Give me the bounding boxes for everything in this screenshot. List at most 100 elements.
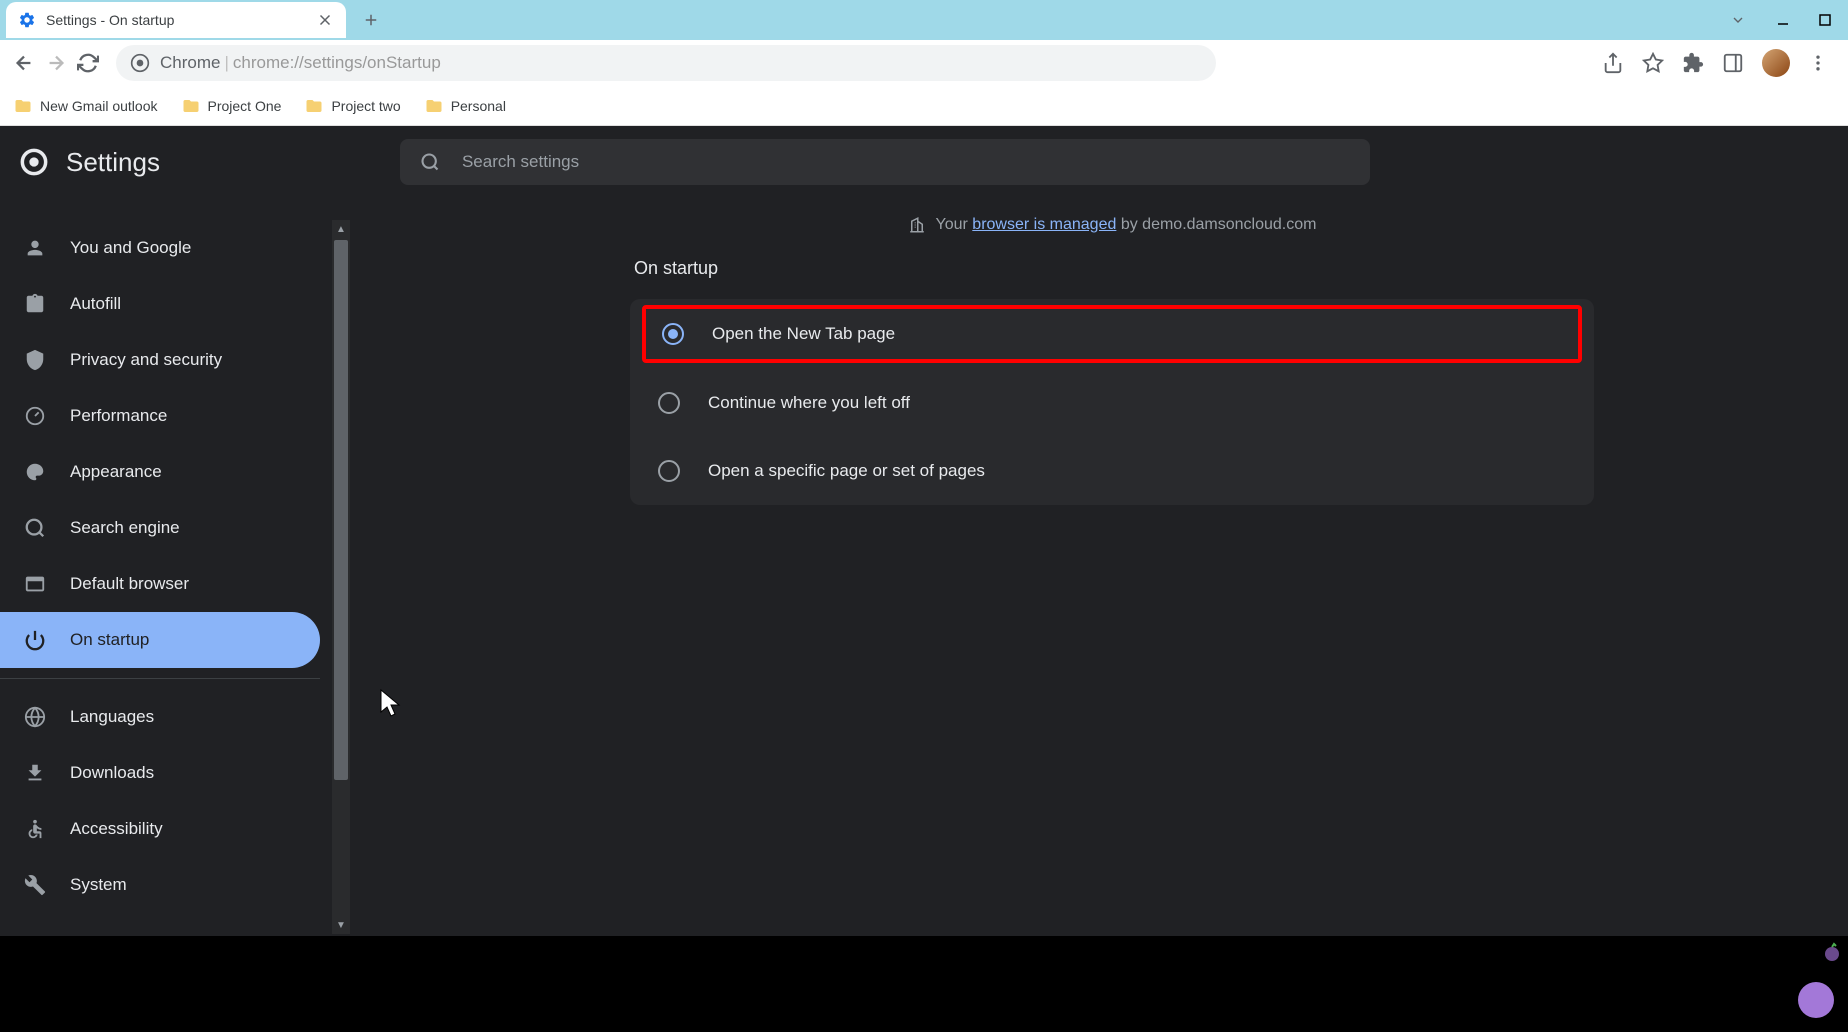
radio-button[interactable]	[658, 460, 680, 482]
managed-banner: Your browser is managed by demo.damsoncl…	[908, 216, 1317, 234]
page-title: Settings	[66, 147, 160, 178]
chrome-icon	[130, 53, 150, 73]
radio-option[interactable]: Open a specific page or set of pages	[630, 437, 1594, 505]
chrome-logo-icon	[20, 148, 48, 176]
sidebar-item-label: Search engine	[70, 518, 180, 538]
sidebar-item-languages[interactable]: Languages	[0, 689, 330, 745]
sidebar-item-label: Performance	[70, 406, 167, 426]
berry-icon[interactable]	[1822, 942, 1842, 962]
sidebar-item-appearance[interactable]: Appearance	[0, 444, 330, 500]
clipboard-icon	[24, 293, 46, 315]
search-input[interactable]: Search settings	[400, 139, 1370, 185]
managed-suffix: by demo.damsoncloud.com	[1116, 216, 1316, 233]
sidebar-item-search-engine[interactable]: Search engine	[0, 500, 330, 556]
sidebar-item-you-and-google[interactable]: You and Google	[0, 220, 330, 276]
bookmarks-bar: New Gmail outlook Project One Project tw…	[0, 86, 1848, 126]
bookmark-item[interactable]: Project two	[305, 97, 400, 115]
settings-card: Open the New Tab page Continue where you …	[630, 299, 1594, 505]
person-icon	[24, 237, 46, 259]
close-icon[interactable]	[316, 11, 334, 29]
search-icon	[420, 152, 440, 172]
radio-label: Open the New Tab page	[712, 324, 895, 344]
radio-option[interactable]: Continue where you left off	[630, 369, 1594, 437]
bookmark-item[interactable]: New Gmail outlook	[14, 97, 158, 115]
share-icon[interactable]	[1602, 52, 1624, 74]
sidebar-item-label: Autofill	[70, 294, 121, 314]
folder-icon	[14, 97, 32, 115]
globe-icon	[24, 706, 46, 728]
scroll-up-icon[interactable]: ▲	[332, 220, 350, 238]
managed-link[interactable]: browser is managed	[972, 216, 1116, 233]
bookmark-item[interactable]: Personal	[425, 97, 506, 115]
assistant-icon[interactable]	[1798, 982, 1834, 1018]
settings-icon	[18, 11, 36, 29]
sidebar-item-performance[interactable]: Performance	[0, 388, 330, 444]
radio-button[interactable]	[662, 323, 684, 345]
extensions-icon[interactable]	[1682, 52, 1704, 74]
sidebar-item-label: Languages	[70, 707, 154, 727]
back-button[interactable]	[12, 51, 36, 75]
settings-header: Settings Search settings	[0, 126, 1848, 198]
sidebar-item-label: Downloads	[70, 763, 154, 783]
bookmark-label: Project two	[331, 98, 400, 114]
scrollbar[interactable]: ▲ ▼	[332, 220, 350, 934]
taskbar	[0, 936, 1848, 1032]
tab-title: Settings - On startup	[46, 12, 316, 28]
sidebar-item-on-startup[interactable]: On startup	[0, 612, 320, 668]
address-bar: Chrome|chrome://settings/onStartup	[0, 40, 1848, 86]
omnibox[interactable]: Chrome|chrome://settings/onStartup	[116, 45, 1216, 81]
new-tab-button[interactable]	[356, 5, 386, 35]
power-icon	[24, 629, 46, 651]
bookmark-label: New Gmail outlook	[40, 98, 158, 114]
maximize-icon[interactable]	[1818, 13, 1832, 27]
sidebar-item-label: Accessibility	[70, 819, 163, 839]
search-icon	[24, 517, 46, 539]
sidebar-item-label: Privacy and security	[70, 350, 222, 370]
sidebar-item-label: On startup	[70, 630, 149, 650]
sidebar-item-system[interactable]: System	[0, 857, 330, 913]
scroll-thumb[interactable]	[334, 240, 348, 780]
sidebar-item-privacy-and-security[interactable]: Privacy and security	[0, 332, 330, 388]
sidebar-item-downloads[interactable]: Downloads	[0, 745, 330, 801]
tabs-dropdown-icon[interactable]	[1730, 12, 1746, 28]
bookmark-item[interactable]: Project One	[182, 97, 282, 115]
minimize-icon[interactable]	[1776, 13, 1790, 27]
sidebar-item-autofill[interactable]: Autofill	[0, 276, 330, 332]
sidebar-item-accessibility[interactable]: Accessibility	[0, 801, 330, 857]
sidebar-item-default-browser[interactable]: Default browser	[0, 556, 330, 612]
sidebar-divider	[0, 678, 320, 679]
download-icon	[24, 762, 46, 784]
sidebar-item-label: You and Google	[70, 238, 191, 258]
managed-prefix: Your	[936, 216, 973, 233]
sidebar: You and Google Autofill Privacy and securi…	[0, 220, 330, 913]
search-placeholder: Search settings	[462, 152, 579, 172]
reload-button[interactable]	[76, 51, 100, 75]
browser-tab[interactable]: Settings - On startup	[6, 2, 346, 38]
settings-page: Settings Search settings You and Google A…	[0, 126, 1848, 936]
wrench-icon	[24, 874, 46, 896]
sidebar-item-label: Appearance	[70, 462, 162, 482]
sidebar-wrap: You and Google Autofill Privacy and securi…	[0, 126, 350, 936]
sidepanel-icon[interactable]	[1722, 52, 1744, 74]
menu-icon[interactable]	[1808, 53, 1828, 73]
tab-bar: Settings - On startup	[0, 0, 1848, 40]
bookmark-label: Personal	[451, 98, 506, 114]
radio-label: Open a specific page or set of pages	[708, 461, 985, 481]
bookmark-label: Project One	[208, 98, 282, 114]
building-icon	[908, 216, 926, 234]
radio-label: Continue where you left off	[708, 393, 910, 413]
forward-button[interactable]	[44, 51, 68, 75]
folder-icon	[425, 97, 443, 115]
window-controls	[1776, 13, 1832, 27]
section-title: On startup	[634, 258, 1594, 279]
radio-option[interactable]: Open the New Tab page	[642, 305, 1582, 363]
bookmark-star-icon[interactable]	[1642, 52, 1664, 74]
accessibility-icon	[24, 818, 46, 840]
shield-icon	[24, 349, 46, 371]
scroll-down-icon[interactable]: ▼	[332, 916, 350, 934]
sidebar-item-label: Default browser	[70, 574, 189, 594]
folder-icon	[182, 97, 200, 115]
main-content: Your browser is managed by demo.damsoncl…	[350, 126, 1848, 936]
avatar[interactable]	[1762, 49, 1790, 77]
radio-button[interactable]	[658, 392, 680, 414]
